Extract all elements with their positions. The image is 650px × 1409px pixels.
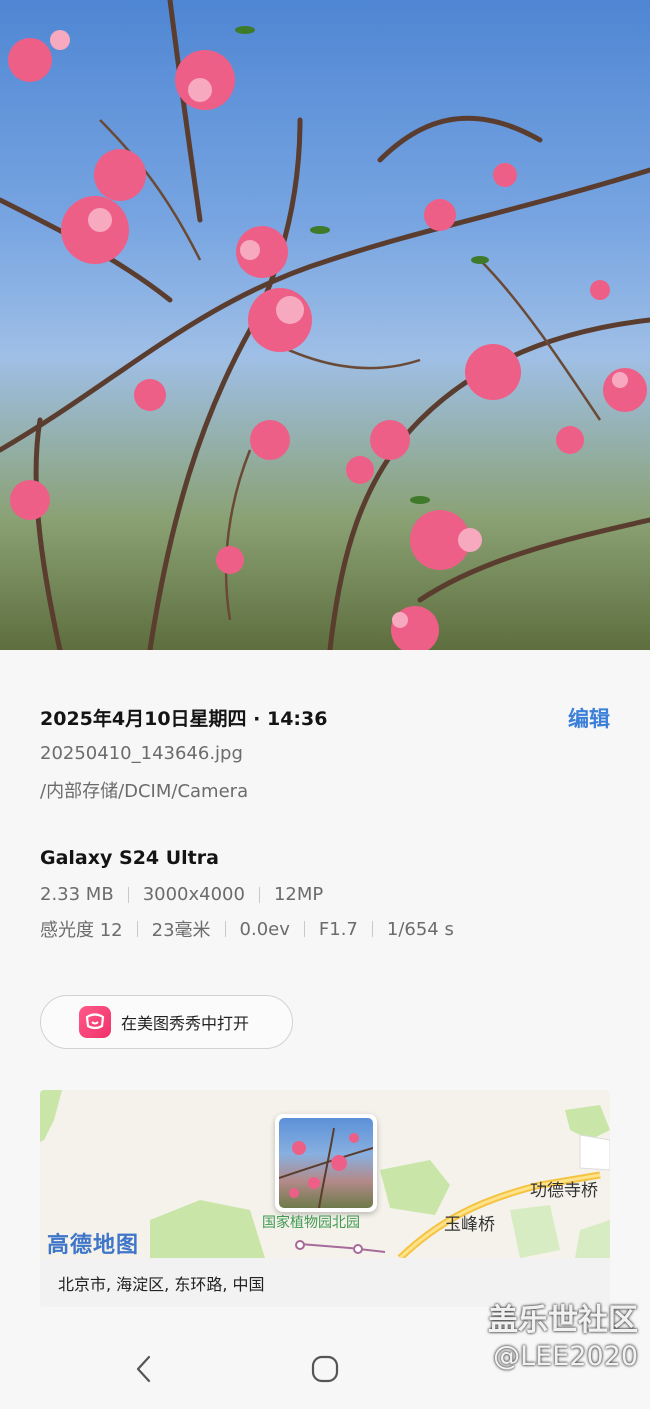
aperture: F1.7 xyxy=(318,918,358,940)
divider xyxy=(136,921,138,937)
focal-length: 23毫米 xyxy=(151,920,211,941)
map-poi-gongde-bridge: 功德寺桥 xyxy=(530,1181,598,1201)
divider xyxy=(224,921,226,937)
photo-preview[interactable] xyxy=(0,0,650,650)
map-poi-yufeng-bridge: 玉峰桥 xyxy=(444,1215,495,1235)
open-in-meitu-button[interactable]: 在美图秀秀中打开 xyxy=(40,995,293,1049)
resolution: 3000x4000 xyxy=(142,884,245,905)
peach-blossom-photo xyxy=(0,0,650,650)
watermark-line1: 盖乐世社区 xyxy=(488,1303,638,1338)
divider xyxy=(258,886,260,903)
location-address: 北京市, 海淀区, 东环路, 中国 xyxy=(40,1258,610,1307)
exposure-info-row: 感光度 12 23毫米 0.0ev F1.7 1/654 s xyxy=(40,916,454,942)
file-name: 20250410_143646.jpg xyxy=(40,743,243,764)
file-size: 2.33 MB xyxy=(40,884,114,905)
map-photo-thumbnail xyxy=(275,1114,377,1212)
edit-button[interactable]: 编辑 xyxy=(568,703,610,733)
shutter-speed: 1/654 s xyxy=(386,918,454,940)
open-in-meitu-label: 在美图秀秀中打开 xyxy=(121,1014,250,1033)
location-map[interactable]: 国家植物园北园 玉峰桥 功德寺桥 高德地图 北京市, 海淀区, 东环路, 中国 xyxy=(40,1090,610,1307)
device-model: Galaxy S24 Ultra xyxy=(40,847,219,869)
iso-value: 感光度 12 xyxy=(40,920,123,941)
home-circle-icon[interactable] xyxy=(308,1352,342,1386)
community-watermark: 盖乐世社区 @LEE2020 xyxy=(488,1302,638,1373)
file-path: /内部存储/DCIM/Camera xyxy=(40,781,249,802)
map-poi-garden: 国家植物园北园 xyxy=(262,1215,360,1231)
megapixels: 12MP xyxy=(273,884,324,905)
divider xyxy=(303,921,305,937)
back-chevron-icon[interactable] xyxy=(128,1352,162,1386)
exposure-value: 0.0ev xyxy=(239,918,290,940)
file-info-row: 2.33 MB 3000x4000 12MP xyxy=(40,884,323,905)
watermark-line2: @LEE2020 xyxy=(493,1340,638,1372)
photo-datetime: 2025年4月10日星期四 · 14:36 xyxy=(40,708,328,730)
divider xyxy=(127,886,129,903)
divider xyxy=(371,921,373,937)
amap-logo: 高德地图 xyxy=(47,1233,140,1258)
meitu-app-icon xyxy=(79,1006,111,1038)
